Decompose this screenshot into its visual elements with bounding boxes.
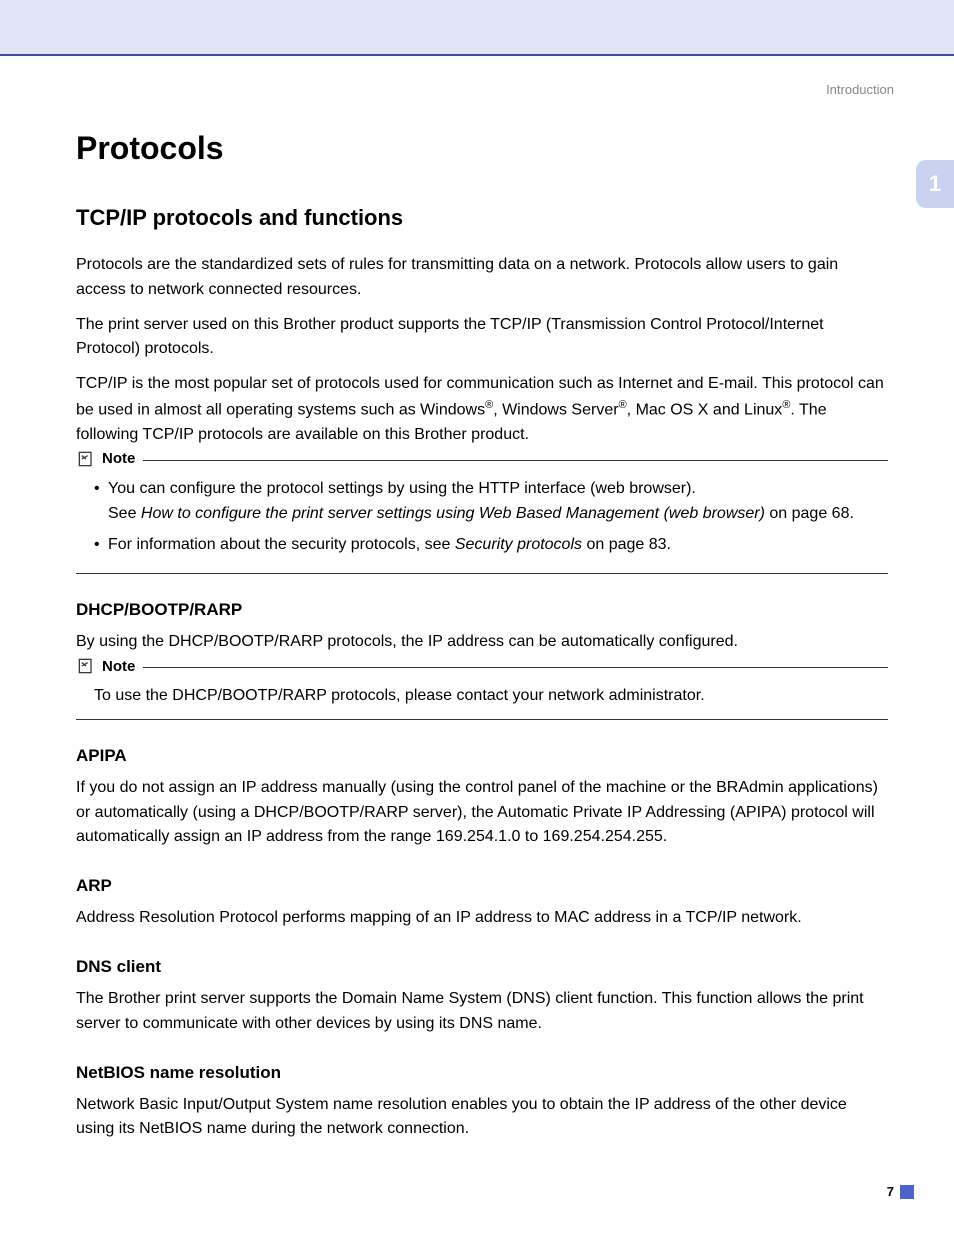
note-icon: [76, 656, 96, 676]
note-icon: [76, 449, 96, 469]
top-band: [0, 0, 954, 54]
note1-item1: You can configure the protocol settings …: [94, 477, 882, 527]
chapter-tab: 1: [916, 160, 954, 208]
intro-p1: Protocols are the standardized sets of r…: [76, 253, 888, 303]
body-apipa: If you do not assign an IP address manua…: [76, 776, 888, 850]
heading-dhcp: DHCP/BOOTP/RARP: [76, 600, 888, 620]
heading-netbios: NetBIOS name resolution: [76, 1063, 888, 1083]
body-netbios: Network Basic Input/Output System name r…: [76, 1093, 888, 1143]
intro-p2: The print server used on this Brother pr…: [76, 313, 888, 363]
page-stripe: [900, 1185, 914, 1199]
section-subtitle: TCP/IP protocols and functions: [76, 205, 888, 231]
intro-p3: TCP/IP is the most popular set of protoc…: [76, 372, 888, 448]
page-number: 7: [887, 1184, 894, 1199]
body-arp: Address Resolution Protocol performs map…: [76, 906, 888, 931]
note2-body: To use the DHCP/BOOTP/RARP protocols, pl…: [76, 676, 888, 709]
heading-apipa: APIPA: [76, 746, 888, 766]
header-line: [0, 54, 954, 56]
note-block-2: Note To use the DHCP/BOOTP/RARP protocol…: [76, 667, 888, 720]
body-dns: The Brother print server supports the Do…: [76, 987, 888, 1037]
breadcrumb: Introduction: [826, 82, 894, 97]
heading-dns: DNS client: [76, 957, 888, 977]
note-label: Note: [102, 658, 135, 675]
heading-arp: ARP: [76, 876, 888, 896]
note1-item2: For information about the security proto…: [94, 533, 882, 558]
note-label: Note: [102, 450, 135, 467]
body-dhcp: By using the DHCP/BOOTP/RARP protocols, …: [76, 630, 888, 655]
page-title: Protocols: [76, 130, 888, 167]
note-block-1: Note You can configure the protocol sett…: [76, 460, 888, 574]
page-content: Protocols TCP/IP protocols and functions…: [76, 130, 888, 1152]
